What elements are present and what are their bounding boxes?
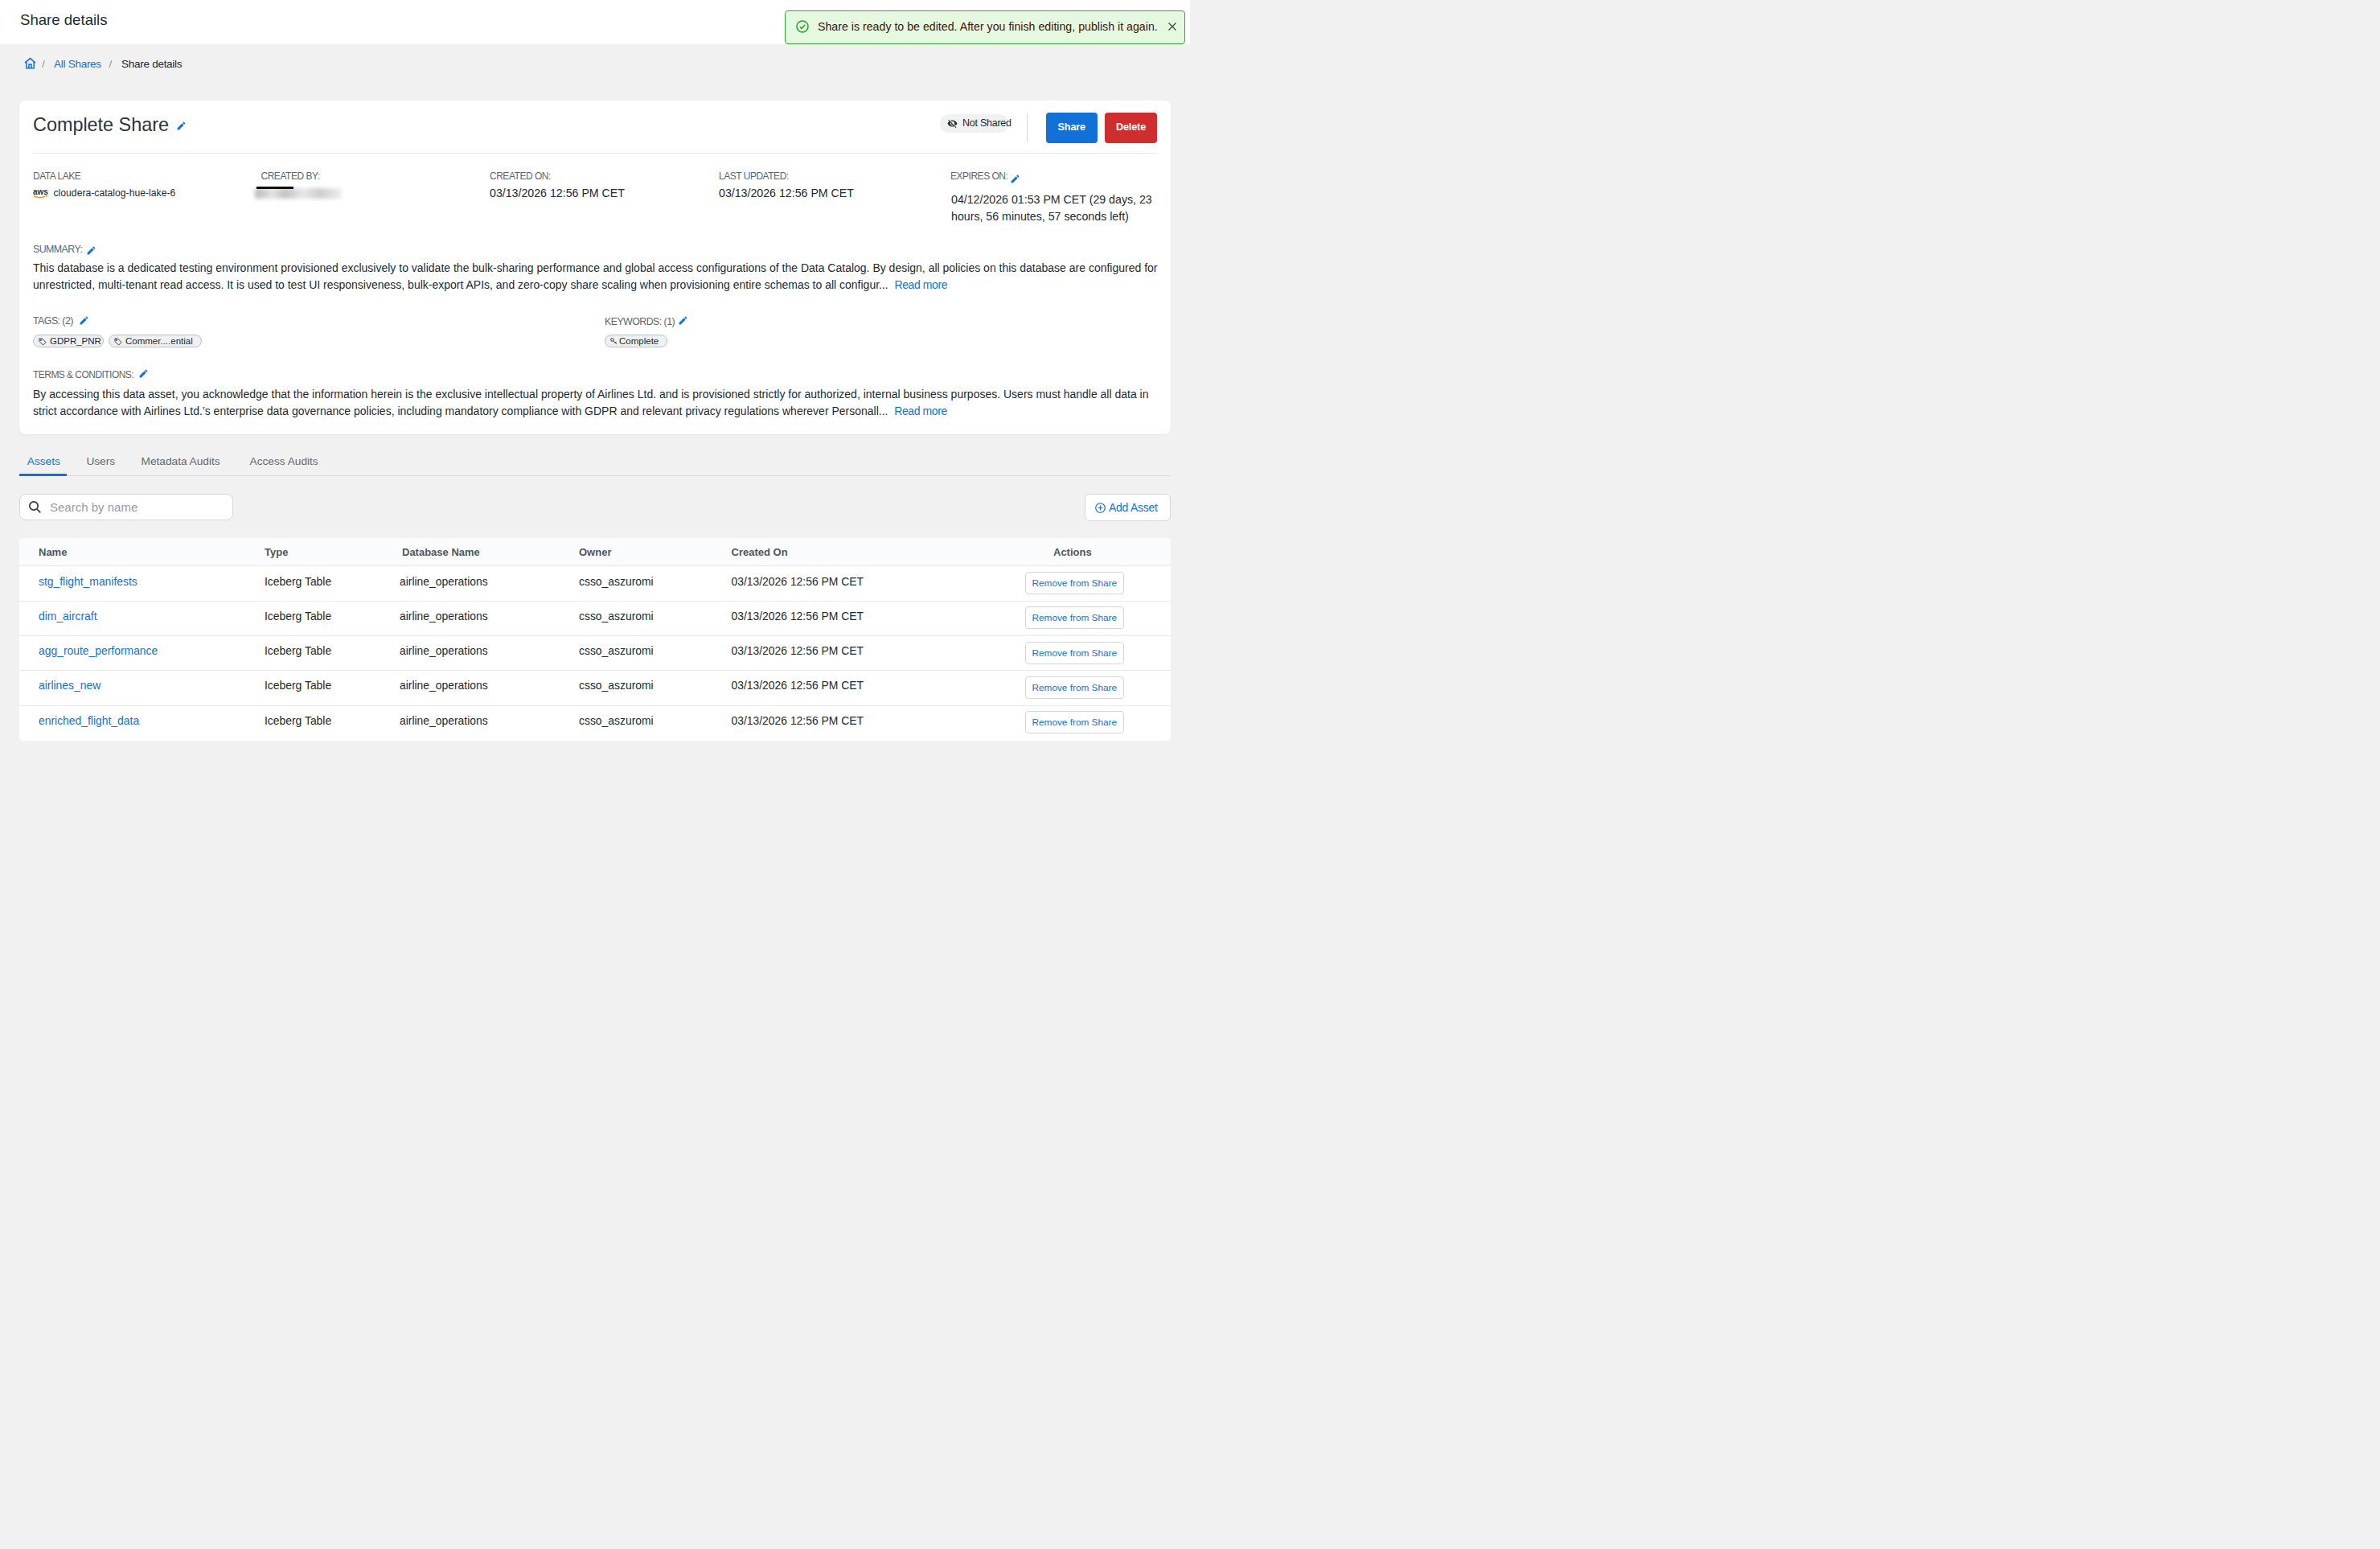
svg-text:aws: aws	[33, 187, 48, 196]
